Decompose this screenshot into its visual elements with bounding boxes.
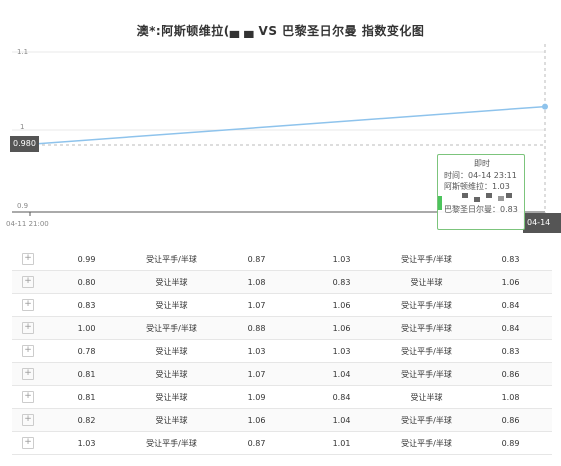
table-cell: 1.06 xyxy=(469,270,552,294)
table-cell: 0.84 xyxy=(469,293,552,317)
table-cell: 0.83 xyxy=(469,248,552,271)
table-cell: 0.99 xyxy=(44,248,129,271)
table-cell: 0.88 xyxy=(214,316,299,340)
table-cell: 0.82 xyxy=(44,408,129,432)
table-row: +0.99 受让平手/半球 0.87 1.03 受让平手/半球 0.83 xyxy=(12,248,552,271)
table-cell: 0.86 xyxy=(469,408,552,432)
crosshair-x-label: 04-14 23 xyxy=(523,213,561,247)
table-row: +0.83 受让半球 1.07 1.06 受让平手/半球 0.84 xyxy=(12,293,552,317)
table-cell: 0.81 xyxy=(44,362,129,386)
expand-cell: + xyxy=(12,408,44,432)
expand-cell: + xyxy=(12,385,44,409)
table-cell: 1.03 xyxy=(299,339,384,363)
table-cell: 0.80 xyxy=(44,270,129,294)
table-cell: 0.81 xyxy=(44,385,129,409)
table-cell: 受让半球 xyxy=(129,270,214,294)
table-row: +0.81 受让半球 1.07 1.04 受让平手/半球 0.86 xyxy=(12,362,552,386)
table-row: +0.81 受让半球 1.09 0.84 受让半球 1.08 xyxy=(12,385,552,409)
table-cell: 受让半球 xyxy=(384,270,469,294)
table-cell: 1.09 xyxy=(214,385,299,409)
expand-cell: + xyxy=(12,293,44,317)
table-cell: 0.86 xyxy=(469,362,552,386)
chart-tooltip: 即时 时间：04-14 23:11 阿斯顿维拉：1.03 巴黎圣日尔曼：0.83 xyxy=(437,154,525,230)
table-cell: 1.07 xyxy=(214,293,299,317)
table-cell: 0.83 xyxy=(44,293,129,317)
table-cell: 1.06 xyxy=(299,316,384,340)
table-row: +1.03 受让平手/半球 0.87 1.01 受让平手/半球 0.89 xyxy=(12,431,552,455)
table-cell: 受让平手/半球 xyxy=(384,339,469,363)
table-cell: 1.00 xyxy=(44,316,129,340)
y-tick-label-0.9: 0.9 xyxy=(17,202,28,210)
expand-cell: + xyxy=(12,362,44,386)
table-cell: 受让平手/半球 xyxy=(129,316,214,340)
expand-plus-icon[interactable]: + xyxy=(22,253,34,265)
table-cell: 1.06 xyxy=(299,293,384,317)
expand-plus-icon[interactable]: + xyxy=(22,345,34,357)
table-cell: 受让平手/半球 xyxy=(384,316,469,340)
tooltip-time: 时间：04-14 23:11 xyxy=(444,171,517,180)
table-cell: 受让半球 xyxy=(129,339,214,363)
y-tick-label-1.1: 1.1 xyxy=(17,48,28,56)
series-line xyxy=(11,105,546,147)
table-cell: 1.01 xyxy=(299,431,384,455)
mosaic-redaction xyxy=(454,193,520,203)
expand-plus-icon[interactable]: + xyxy=(22,391,34,403)
table-cell: 受让半球 xyxy=(129,362,214,386)
tooltip-series-marker xyxy=(438,196,442,210)
table-cell: 0.87 xyxy=(214,248,299,271)
table-row: +0.78 受让半球 1.03 1.03 受让平手/半球 0.83 xyxy=(12,339,552,363)
table-cell: 0.87 xyxy=(214,431,299,455)
table-cell: 受让半球 xyxy=(129,293,214,317)
table-row: +0.82 受让半球 1.06 1.04 受让平手/半球 0.86 xyxy=(12,408,552,432)
expand-plus-icon[interactable]: + xyxy=(22,299,34,311)
expand-cell: + xyxy=(12,339,44,363)
table-cell: 0.84 xyxy=(469,316,552,340)
table-cell: 受让平手/半球 xyxy=(384,248,469,271)
tooltip-title: 即时 xyxy=(474,159,490,168)
table-cell: 1.08 xyxy=(469,385,552,409)
table-cell: 0.83 xyxy=(469,339,552,363)
expand-plus-icon[interactable]: + xyxy=(22,276,34,288)
table-cell: 受让平手/半球 xyxy=(129,431,214,455)
expand-cell: + xyxy=(12,431,44,455)
table-cell: 受让半球 xyxy=(129,385,214,409)
expand-plus-icon[interactable]: + xyxy=(22,414,34,426)
expand-cell: + xyxy=(12,270,44,294)
table-cell: 1.03 xyxy=(299,248,384,271)
table-cell: 0.84 xyxy=(299,385,384,409)
table-cell: 受让平手/半球 xyxy=(384,362,469,386)
table-cell: 0.83 xyxy=(299,270,384,294)
table-cell: 受让半球 xyxy=(129,408,214,432)
x-tick-label-start: 04-11 21:00 xyxy=(6,220,49,228)
table-cell: 1.03 xyxy=(44,431,129,455)
expand-plus-icon[interactable]: + xyxy=(22,368,34,380)
expand-cell: + xyxy=(12,316,44,340)
table-row: +1.00 受让平手/半球 0.88 1.06 受让平手/半球 0.84 xyxy=(12,316,552,340)
y-tick-label-1: 1 xyxy=(20,123,24,131)
table-cell: 1.04 xyxy=(299,362,384,386)
odds-table: +0.99 受让平手/半球 0.87 1.03 受让平手/半球 0.83 +0.80 受让半球… xyxy=(12,248,552,455)
expand-plus-icon[interactable]: + xyxy=(22,322,34,334)
table-cell: 受让平手/半球 xyxy=(129,248,214,271)
expand-cell: + xyxy=(12,248,44,271)
expand-plus-icon[interactable]: + xyxy=(22,437,34,449)
table-cell: 受让半球 xyxy=(384,385,469,409)
crosshair-y-label: 0.980 xyxy=(10,136,39,152)
table-cell: 受让平手/半球 xyxy=(384,293,469,317)
table-cell: 0.78 xyxy=(44,339,129,363)
table-cell: 1.06 xyxy=(214,408,299,432)
table-cell: 受让平手/半球 xyxy=(384,408,469,432)
table-cell: 1.07 xyxy=(214,362,299,386)
table-cell: 1.03 xyxy=(214,339,299,363)
series-point xyxy=(542,103,548,110)
table-cell: 1.08 xyxy=(214,270,299,294)
table-row: +0.80 受让半球 1.08 0.83 受让半球 1.06 xyxy=(12,270,552,294)
table-cell: 受让平手/半球 xyxy=(384,431,469,455)
tooltip-away-value: 巴黎圣日尔曼：0.83 xyxy=(444,205,518,214)
table-cell: 1.04 xyxy=(299,408,384,432)
tooltip-home-value: 阿斯顿维拉：1.03 xyxy=(444,182,510,191)
table-cell: 0.89 xyxy=(469,431,552,455)
